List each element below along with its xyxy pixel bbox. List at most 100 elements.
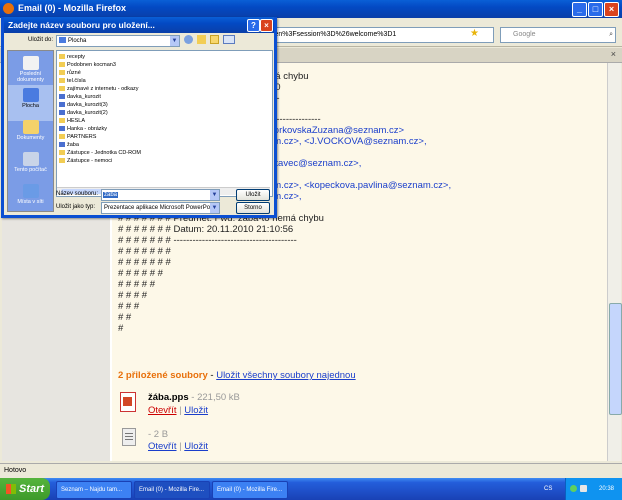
message-line: # # # # # — [118, 279, 155, 290]
file-list-item[interactable]: HESLA — [59, 117, 85, 125]
taskbar-item[interactable]: Email (0) - Mozilla Fire... — [134, 481, 210, 499]
save-attachment-link[interactable]: Uložit — [184, 405, 208, 416]
start-button[interactable]: Start — [0, 478, 50, 500]
cancel-button[interactable]: Storno — [236, 202, 270, 214]
taskbar-item-label: Email (0) - Mozilla Fire... — [139, 487, 205, 493]
file-list-item[interactable]: recepty — [59, 53, 85, 61]
place-item[interactable]: Plocha — [8, 85, 53, 121]
desktop-icon — [22, 88, 39, 102]
filename-label: Název souboru: — [56, 191, 99, 197]
file-list-item[interactable]: PARTNERS — [59, 133, 96, 141]
save-in-select[interactable]: Plocha ▼ — [56, 35, 180, 47]
save-in-value: Plocha — [68, 38, 87, 44]
file-name: davka_kurozit(2) — [67, 110, 108, 116]
help-button[interactable]: ? — [247, 19, 260, 32]
folder-icon — [59, 62, 65, 68]
folder-icon — [59, 134, 65, 140]
file-list-item[interactable]: žaba — [59, 141, 79, 149]
file-list-item[interactable]: Hanka - obrázky — [59, 125, 107, 133]
file-name: Zástupce - Jednotka CD-ROM — [67, 150, 141, 156]
file-list[interactable]: recepty Podobnen kocman3 různé tel.čísla zaj… — [56, 50, 273, 197]
minimize-button[interactable]: _ — [572, 2, 587, 17]
file-list-item[interactable]: Zástupce - nemoci — [59, 157, 112, 165]
firefox-title-bar: Email (0) - Mozilla Firefox _ □ × — [0, 0, 622, 18]
folder-icon — [59, 158, 65, 164]
save-all-link[interactable]: Uložit všechny soubory najednou — [216, 370, 355, 381]
message-line: # # # # — [118, 290, 148, 301]
place-item[interactable]: Dokumenty — [8, 117, 53, 153]
file-name: různé — [67, 70, 81, 76]
url-bar[interactable]: ven%3Fsession%3D%26welcome%3D1 — [270, 27, 494, 43]
dialog-title: Zadejte název souboru pro uložení... — [8, 20, 155, 30]
volume-icon[interactable] — [580, 485, 587, 492]
dialog-title-bar: Zadejte název souboru pro uložení... ? × — [4, 17, 274, 33]
attachment-item: - 2 B — [148, 429, 168, 440]
open-attachment-link[interactable]: Otevřít — [148, 441, 177, 452]
document-icon — [59, 102, 65, 108]
file-list-item[interactable]: davka_kurozit(2) — [59, 109, 108, 117]
file-list-item[interactable]: tel.čísla — [59, 77, 86, 85]
open-attachment-link[interactable]: Otevřít — [148, 405, 177, 416]
file-name: recepty — [67, 54, 86, 60]
message-line[interactable]: ditavec@seznam.cz>, — [268, 158, 361, 169]
taskbar-item[interactable]: Seznam – Najdu tam... — [56, 481, 132, 499]
file-list-item[interactable]: různé — [59, 69, 81, 77]
folder-icon — [59, 118, 65, 124]
windows-logo-icon — [6, 484, 16, 495]
folder-icon — [59, 78, 65, 84]
filename-value: žaba — [103, 192, 119, 198]
save-button[interactable]: Uložit — [236, 189, 270, 201]
file-list-item[interactable]: Podobnen kocman3 — [59, 61, 116, 69]
message-line: # # # # # # # --------------------------… — [118, 235, 297, 246]
recent-documents-icon — [22, 56, 39, 70]
place-label: Poslední dokumenty — [17, 71, 44, 83]
search-icon[interactable]: ⌕ — [609, 28, 613, 42]
filetype-select[interactable]: Prezentace aplikace Microsoft PowerPoint… — [101, 202, 220, 214]
back-icon[interactable] — [184, 35, 193, 44]
language-indicator[interactable]: CS — [544, 478, 552, 500]
maximize-button[interactable]: □ — [588, 2, 603, 17]
network-icon[interactable] — [570, 485, 577, 492]
view-menu-icon[interactable] — [223, 35, 235, 44]
filename-input[interactable]: žaba ▼ — [101, 189, 220, 201]
message-line[interactable]: VorkovskaZuzana@seznam.cz> — [268, 125, 404, 136]
message-line: # # — [118, 312, 132, 323]
place-item[interactable]: Místa v síti — [8, 181, 53, 217]
bookmark-star-icon[interactable]: ★ — [470, 28, 479, 39]
file-list-item[interactable]: zajímavé z internetu - odkazy — [59, 85, 139, 93]
save-attachment-link[interactable]: Uložit — [184, 441, 208, 452]
file-name: Hanka - obrázky — [67, 126, 108, 132]
file-list-item[interactable]: davka_kurozit — [59, 93, 101, 101]
firefox-title: Email (0) - Mozilla Firefox — [18, 3, 127, 13]
page-scrollbar[interactable] — [607, 63, 622, 461]
scrollbar-thumb[interactable] — [609, 303, 622, 415]
file-list-item[interactable]: Zástupce - Jednotka CD-ROM — [59, 149, 141, 157]
status-bar: Hotovo — [0, 463, 622, 478]
file-name: PARTNERS — [67, 134, 97, 140]
place-item[interactable]: Tento počítač — [8, 149, 53, 185]
message-line: # # # # # # # — [118, 246, 171, 257]
new-folder-icon[interactable] — [210, 35, 219, 44]
file-name: zajímavé z internetu - odkazy — [67, 86, 139, 92]
tab-close-icon[interactable]: × — [611, 49, 616, 59]
message-line: ---------------- — [270, 114, 321, 125]
message-line[interactable]: am.cz>, <J.VOCKOVA@seznam.cz>, — [268, 136, 427, 147]
place-item[interactable]: Poslední dokumenty — [8, 53, 53, 89]
folder-icon — [59, 86, 65, 92]
attachment-size: - 221,50 kB — [188, 392, 240, 403]
dialog-close-button[interactable]: × — [260, 19, 273, 32]
message-line: # # # # # # — [118, 268, 163, 279]
file-name: tel.čísla — [67, 78, 86, 84]
file-list-item[interactable]: davka_kurozit(3) — [59, 101, 108, 109]
places-bar: Poslední dokumenty Plocha Dokumenty Tento p… — [7, 50, 54, 212]
clock: 20:38 — [599, 486, 615, 492]
save-dialog: Zadejte název souboru pro uložení... ? ×… — [1, 17, 277, 218]
attachment-name: žába.pps — [148, 392, 189, 403]
taskbar-item-label: Seznam – Najdu tam... — [61, 487, 123, 493]
up-folder-icon[interactable] — [197, 35, 206, 44]
status-text: Hotovo — [4, 467, 27, 474]
search-box[interactable]: Google ⌕ — [500, 27, 616, 43]
close-button[interactable]: × — [604, 2, 619, 17]
taskbar-item[interactable]: Email (0) - Mozilla Fire... — [212, 481, 288, 499]
message-line[interactable]: am.cz>, <kopeckova.pavlina@seznam.cz>, — [268, 180, 451, 191]
